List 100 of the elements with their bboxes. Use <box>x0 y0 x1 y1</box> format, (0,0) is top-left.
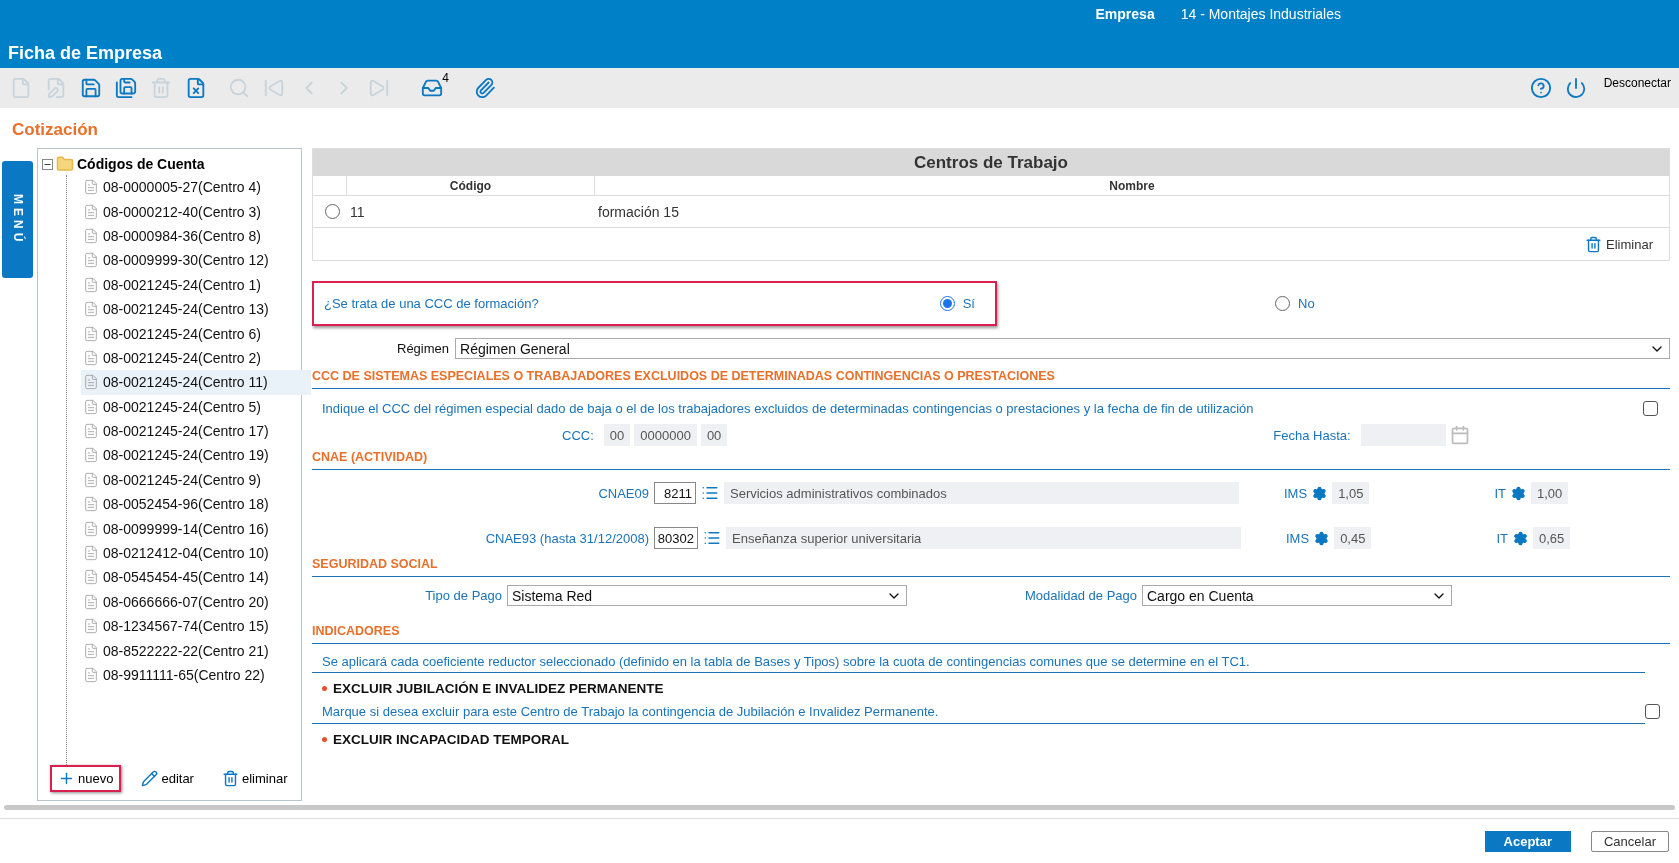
document-icon <box>83 179 99 196</box>
tree-item[interactable]: 08-0021245-24(Centro 2) <box>81 345 311 371</box>
instruction-text: Indique el CCC del régimen especial dado de baja o el de los trabajadores excluidos de determinadas contingencias o prestaciones y la fecha de fin de utilización <box>322 401 1254 416</box>
regimen-select[interactable]: Régimen General <box>455 338 1670 359</box>
gear-icon[interactable] <box>1314 530 1330 546</box>
window-title: Ficha de Empresa <box>8 43 164 64</box>
tree-item[interactable]: 08-0666666-07(Centro 20) <box>81 589 311 615</box>
tree-item[interactable]: 08-0000005-27(Centro 4) <box>81 175 311 200</box>
count-label: 4 <box>442 71 449 85</box>
document-icon <box>83 593 99 610</box>
gear-icon[interactable] <box>1312 485 1328 501</box>
tree-item[interactable]: 08-1234567-74(Centro 15) <box>81 614 311 639</box>
tree-item[interactable]: 08-0000984-36(Centro 8) <box>81 223 311 249</box>
field-label: IT <box>1494 485 1506 501</box>
accept-button[interactable]: Aceptar <box>1484 830 1571 852</box>
tree-item[interactable]: 08-0021245-24(Centro 19) <box>81 443 311 468</box>
document-icon <box>83 545 99 562</box>
checkbox[interactable] <box>1643 401 1658 416</box>
checkbox[interactable] <box>1645 704 1660 719</box>
tree-item[interactable]: 08-0021245-24(Centro 9) <box>81 467 311 493</box>
field-label: Régimen <box>397 341 450 356</box>
tree-root[interactable]: Códigos de Cuenta <box>42 153 301 175</box>
field-label: CNAE93 (hasta 31/12/2008) <box>484 530 649 546</box>
rate-field: 1,05 <box>1332 482 1370 504</box>
column-header: Nombre <box>594 176 1669 196</box>
gear-icon[interactable] <box>1511 485 1526 501</box>
document-icon <box>83 642 99 659</box>
row-radio[interactable] <box>325 204 340 219</box>
app-label: Empresa <box>1095 6 1155 22</box>
description-field: Servicios administrativos combinados <box>724 482 1239 504</box>
section-heading: SEGURIDAD SOCIAL <box>312 557 1670 577</box>
note-text: Se aplicará cada coeficiente reductor seleccionado (definido en la tabla de Bases y Tipos) sobre la cuota de contingencias comunes que se determine en el TC1. <box>312 644 1645 673</box>
field-label: IMS <box>1286 530 1310 546</box>
description-field: Enseñanza superior universitaria <box>726 527 1241 549</box>
field-label: IMS <box>1284 485 1308 501</box>
no-option[interactable]: No <box>1267 296 1315 311</box>
section-heading: INDICADORES <box>312 624 1670 644</box>
document-icon <box>83 618 99 635</box>
code-field[interactable]: 8211 <box>654 482 696 504</box>
tree-item[interactable]: 08-0099999-14(Centro 16) <box>81 516 311 541</box>
instruction-text: Marque si desea excluir para este Centro de Trabajo la contingencia de Jubilación e Invalidez Permanente. <box>322 704 939 719</box>
tree-item[interactable]: 08-0021245-24(Centro 13) <box>81 296 311 322</box>
tree-item[interactable]: 08-0052454-96(Centro 18) <box>81 492 311 517</box>
rate-field: 1,00 <box>1531 482 1569 504</box>
document-icon <box>83 496 99 513</box>
field-label: CCC: <box>562 427 594 443</box>
document-icon <box>83 447 99 464</box>
document-icon <box>83 569 99 586</box>
gear-icon[interactable] <box>1513 530 1528 546</box>
document-icon <box>83 374 99 391</box>
new-button[interactable]: nuevo <box>50 765 122 792</box>
payment-type-select[interactable]: Sistema Red <box>507 585 907 606</box>
tree-item[interactable]: 08-0021245-24(Centro 11) <box>81 370 311 395</box>
company-name: 14 - Montajes Industriales <box>1180 6 1341 22</box>
tree-item[interactable]: 08-0021245-24(Centro 1) <box>81 272 311 297</box>
list-icon[interactable] <box>701 484 719 502</box>
table-title: Centros de Trabajo <box>313 149 1669 176</box>
ccc-field[interactable]: 0000000 <box>634 424 697 446</box>
document-icon <box>83 252 99 269</box>
pencil-icon <box>141 770 159 787</box>
code-field[interactable]: 80302 <box>654 527 698 549</box>
tree-item[interactable]: 08-0000212-40(Centro 3) <box>81 199 311 224</box>
document-icon <box>83 349 99 366</box>
delete-button[interactable]: Eliminar <box>1579 234 1659 254</box>
yes-option[interactable]: Sí <box>931 296 975 311</box>
menu-tab[interactable]: MENÚ <box>2 161 33 278</box>
tree-item[interactable]: 08-0009999-30(Centro 12) <box>81 248 311 273</box>
collapse-icon[interactable] <box>42 158 53 170</box>
ccc-field[interactable]: 00 <box>700 424 728 446</box>
trash-icon <box>221 770 239 787</box>
rate-field: 0,65 <box>1533 527 1571 549</box>
section-heading: CNAE (ACTIVIDAD) <box>312 450 1670 470</box>
ccc-field[interactable]: 00 <box>603 424 631 446</box>
tree-item[interactable]: 08-8522222-22(Centro 21) <box>81 638 311 663</box>
bullet-icon <box>322 686 327 691</box>
document-icon <box>83 471 99 488</box>
tree-item[interactable]: 08-0021245-24(Centro 5) <box>81 394 311 419</box>
payment-mode-select[interactable]: Cargo en Cuenta <box>1142 585 1452 606</box>
document-icon <box>83 227 99 244</box>
tree-item[interactable]: 08-0021245-24(Centro 6) <box>81 321 311 346</box>
field-label: Tipo de Pago <box>424 588 502 603</box>
tree-item[interactable]: 08-9911111-65(Centro 22) <box>81 662 311 688</box>
table-cell: 11 <box>350 203 365 220</box>
document-icon <box>83 667 99 683</box>
document-icon <box>83 325 99 342</box>
document-icon <box>83 203 99 220</box>
field-label: IT <box>1496 530 1508 546</box>
field-label: Fecha Hasta: <box>1273 427 1351 443</box>
section-heading: CCC DE SISTEMAS ESPECIALES O TRABAJADORES EXCLUIDOS DE DETERMINADAS CONTINGENCIAS O PRESTACIONES <box>312 369 1670 389</box>
tree-item[interactable]: 08-0212412-04(Centro 10) <box>81 540 311 566</box>
logout-link[interactable]: Desconectar <box>1603 76 1671 90</box>
tree-item[interactable]: 08-0021245-24(Centro 17) <box>81 418 311 444</box>
save-all-icon[interactable] <box>113 75 139 101</box>
field-label: CNAE09 <box>597 485 649 501</box>
cancel-button[interactable]: Cancelar <box>1590 830 1669 852</box>
question-label: ¿Se trata de una CCC de formación? <box>324 296 539 311</box>
tree-item[interactable]: 08-0545454-45(Centro 14) <box>81 565 311 590</box>
document-icon <box>83 398 99 415</box>
document-icon <box>83 276 99 293</box>
list-icon[interactable] <box>703 529 721 547</box>
